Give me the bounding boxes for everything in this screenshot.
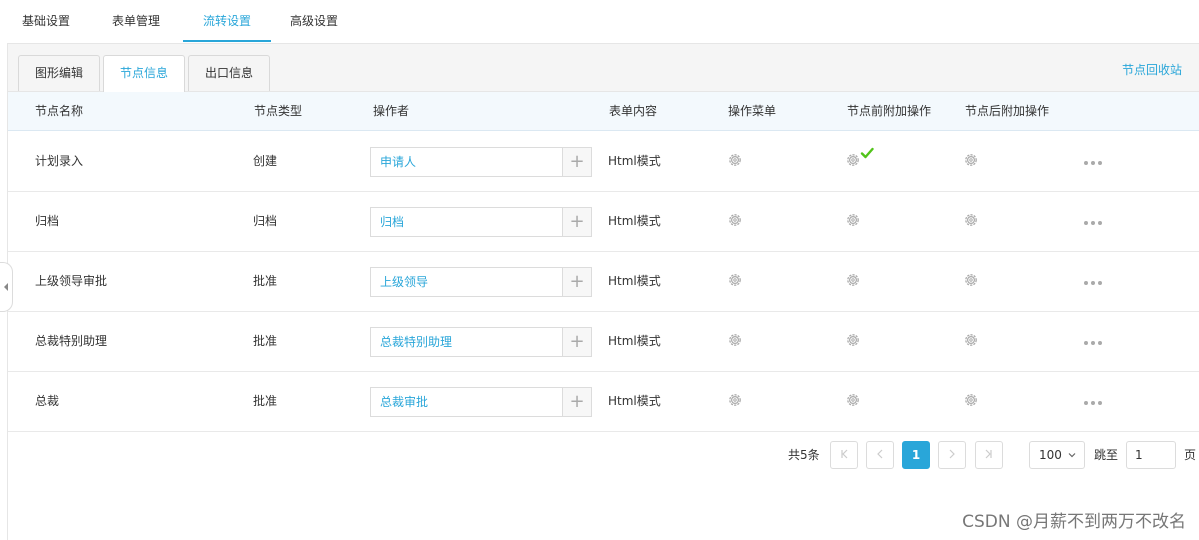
sub-tab-bar: 图形编辑 节点信息 出口信息 节点回收站	[8, 44, 1199, 92]
last-page-button[interactable]	[975, 441, 1003, 469]
node-type: 批准	[253, 394, 278, 408]
table-row: 总裁 批准 总裁审批 + Html模式	[8, 372, 1199, 432]
jump-page-value: 1	[1135, 448, 1143, 462]
pre-action-gear-icon[interactable]	[845, 392, 861, 408]
post-action-gear-icon[interactable]	[963, 212, 979, 228]
node-name: 归档	[35, 214, 60, 228]
watermark: CSDN @月薪不到两万不改名	[962, 512, 1186, 532]
operator-field[interactable]: 上级领导 +	[370, 267, 592, 297]
tab-flow-settings[interactable]: 流转设置	[183, 0, 271, 42]
sidebar-collapse-toggle[interactable]	[0, 262, 13, 312]
pre-action-gear-icon[interactable]	[845, 152, 861, 168]
form-content: Html模式	[608, 154, 661, 168]
operator-value: 申请人	[380, 155, 417, 169]
jump-label: 跳至	[1094, 448, 1119, 462]
tab-exit-info[interactable]: 出口信息	[188, 55, 270, 91]
add-operator-button[interactable]: +	[562, 388, 591, 416]
chevron-right-icon	[949, 449, 955, 459]
node-recycle-bin-link[interactable]: 节点回收站	[1122, 61, 1182, 78]
table-header: 节点名称 节点类型 操作者 表单内容 操作菜单 节点前附加操作 节点后附加操作	[8, 92, 1199, 131]
pagination: 共5条 1 100 跳至 1 页	[8, 441, 1199, 469]
action-menu-gear-icon[interactable]	[727, 332, 743, 348]
action-menu-gear-icon[interactable]	[727, 152, 743, 168]
tab-graphic-editor[interactable]: 图形编辑	[18, 55, 100, 91]
first-page-icon	[841, 449, 848, 459]
total-count: 共5条	[788, 448, 820, 462]
caret-left-icon	[4, 283, 8, 291]
page-suffix: 页	[1184, 448, 1197, 462]
post-action-gear-icon[interactable]	[963, 272, 979, 288]
node-type: 归档	[253, 214, 278, 228]
jump-page-input[interactable]: 1	[1126, 441, 1176, 469]
tab-basic-settings[interactable]: 基础设置	[19, 0, 73, 42]
operator-value: 总裁审批	[380, 395, 429, 409]
chevron-down-icon	[1068, 453, 1076, 458]
operator-value: 上级领导	[380, 275, 429, 289]
operator-field[interactable]: 申请人 +	[370, 147, 592, 177]
table-row: 计划录入 创建 申请人 + Html模式	[8, 132, 1199, 192]
post-action-gear-icon[interactable]	[963, 152, 979, 168]
node-name: 上级领导审批	[35, 274, 108, 288]
check-icon	[860, 147, 874, 159]
more-icon[interactable]	[1082, 338, 1104, 348]
add-operator-button[interactable]: +	[562, 328, 591, 356]
action-menu-gear-icon[interactable]	[727, 392, 743, 408]
more-icon[interactable]	[1082, 278, 1104, 288]
pre-action-gear-icon[interactable]	[845, 272, 861, 288]
page-size-value: 100	[1039, 448, 1062, 462]
form-content: Html模式	[608, 274, 661, 288]
flow-settings-panel: 图形编辑 节点信息 出口信息 节点回收站 节点名称 节点类型 操作者 表单内容 …	[7, 44, 1199, 540]
column-header-node-name: 节点名称	[35, 104, 84, 118]
action-menu-gear-icon[interactable]	[727, 212, 743, 228]
node-type: 创建	[253, 154, 278, 168]
add-operator-button[interactable]: +	[562, 208, 591, 236]
post-action-gear-icon[interactable]	[963, 392, 979, 408]
table-row: 上级领导审批 批准 上级领导 + Html模式	[8, 252, 1199, 312]
pre-action-gear-icon[interactable]	[845, 332, 861, 348]
node-name: 总裁特别助理	[35, 334, 108, 348]
column-header-node-type: 节点类型	[254, 104, 303, 118]
column-header-operator: 操作者	[373, 104, 410, 118]
operator-field[interactable]: 总裁特别助理 +	[370, 327, 592, 357]
column-header-form-content: 表单内容	[609, 104, 658, 118]
table-row: 总裁特别助理 批准 总裁特别助理 + Html模式	[8, 312, 1199, 372]
node-type: 批准	[253, 274, 278, 288]
first-page-button[interactable]	[830, 441, 858, 469]
next-page-button[interactable]	[938, 441, 966, 469]
node-type: 批准	[253, 334, 278, 348]
form-content: Html模式	[608, 394, 661, 408]
action-menu-gear-icon[interactable]	[727, 272, 743, 288]
page-size-select[interactable]: 100	[1029, 441, 1085, 469]
column-header-post-action: 节点后附加操作	[965, 104, 1050, 118]
tab-form-management[interactable]: 表单管理	[109, 0, 163, 42]
operator-field[interactable]: 归档 +	[370, 207, 592, 237]
more-icon[interactable]	[1082, 398, 1104, 408]
chevron-left-icon	[877, 449, 883, 459]
column-header-pre-action: 节点前附加操作	[847, 104, 932, 118]
tab-node-info[interactable]: 节点信息	[103, 55, 185, 92]
page-button-1[interactable]: 1	[902, 441, 930, 469]
more-icon[interactable]	[1082, 158, 1104, 168]
form-content: Html模式	[608, 214, 661, 228]
node-name: 总裁	[35, 394, 60, 408]
top-tab-bar: 基础设置 表单管理 流转设置 高级设置	[7, 0, 1199, 44]
column-header-action-menu: 操作菜单	[728, 104, 777, 118]
more-icon[interactable]	[1082, 218, 1104, 228]
prev-page-button[interactable]	[866, 441, 894, 469]
operator-field[interactable]: 总裁审批 +	[370, 387, 592, 417]
pre-action-gear-icon[interactable]	[845, 212, 861, 228]
operator-value: 总裁特别助理	[380, 335, 453, 349]
post-action-gear-icon[interactable]	[963, 332, 979, 348]
add-operator-button[interactable]: +	[562, 268, 591, 296]
add-operator-button[interactable]: +	[562, 148, 591, 176]
operator-value: 归档	[380, 215, 405, 229]
last-page-icon	[985, 449, 992, 459]
node-name: 计划录入	[35, 154, 84, 168]
table-row: 归档 归档 归档 + Html模式	[8, 192, 1199, 252]
tab-advanced-settings[interactable]: 高级设置	[287, 0, 341, 42]
form-content: Html模式	[608, 334, 661, 348]
